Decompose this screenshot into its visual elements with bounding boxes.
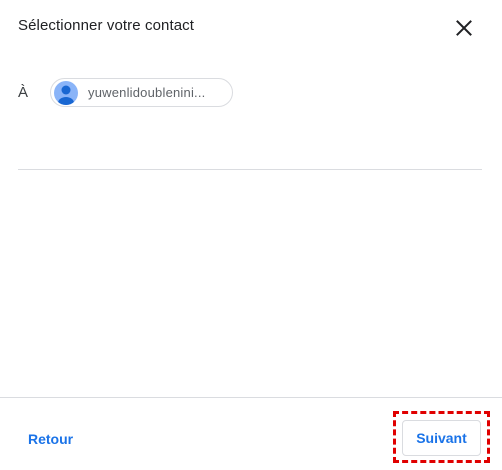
recipient-name: yuwenlidoublenini... — [88, 85, 206, 100]
back-button[interactable]: Retour — [28, 431, 73, 447]
dialog-title: Sélectionner votre contact — [18, 17, 195, 34]
close-button[interactable] — [452, 16, 476, 40]
next-button[interactable]: Suivant — [402, 420, 481, 456]
avatar — [54, 80, 78, 105]
person-icon — [58, 85, 74, 105]
divider — [18, 169, 482, 170]
footer-divider — [0, 397, 502, 398]
recipient-chip[interactable]: yuwenlidoublenini... — [50, 78, 233, 107]
select-contact-dialog: Sélectionner votre contact À yuwenlidoub… — [0, 0, 502, 470]
close-icon — [456, 20, 472, 36]
to-label: À — [18, 84, 29, 101]
